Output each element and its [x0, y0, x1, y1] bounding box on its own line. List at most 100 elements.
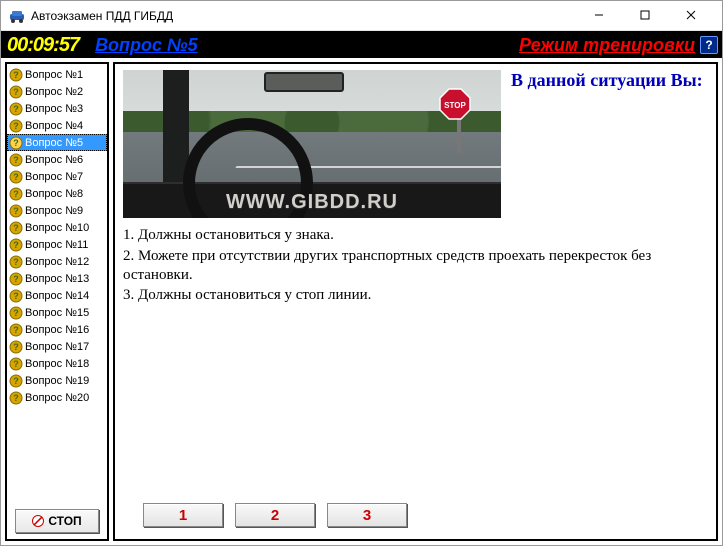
question-list-item[interactable]: ? Вопрос №7	[7, 168, 107, 185]
question-list-item[interactable]: ?Вопрос №17	[7, 338, 107, 355]
watermark: WWW.GIBDD.RU	[123, 191, 501, 214]
question-list-label: Вопрос №8	[25, 188, 83, 200]
question-list-label: Вопрос №20	[25, 392, 89, 404]
question-list-item[interactable]: ?Вопрос №3	[7, 100, 107, 117]
svg-text:?: ?	[13, 121, 19, 131]
titlebar: Автоэкзамен ПДД ГИБДД	[1, 1, 722, 31]
answer-text: 1. Должны остановиться у знака.	[123, 226, 708, 245]
answer-button-3[interactable]: 3	[327, 503, 407, 527]
question-list-label: Вопрос №19	[25, 375, 89, 387]
question-list-item[interactable]: ?Вопрос №15	[7, 304, 107, 321]
close-button[interactable]	[668, 0, 714, 30]
question-list-item[interactable]: ? Вопрос №12	[7, 253, 107, 270]
question-list-item[interactable]: ?Вопрос №18	[7, 355, 107, 372]
question-list-label: Вопрос №6	[25, 154, 83, 166]
svg-text:?: ?	[13, 376, 19, 386]
stop-icon	[32, 515, 44, 527]
question-status-icon: ?	[9, 187, 23, 201]
answer-text: 2. Можете при отсутствии других транспор…	[123, 247, 708, 285]
timer: 00:09:57	[5, 35, 81, 55]
main-panel: STOP WWW.GIBDD.RU В данной ситуации Вы: …	[113, 62, 718, 541]
question-list: ?Вопрос №1?Вопрос №2?Вопрос №3?Вопрос №4…	[7, 66, 107, 503]
answer-button-2[interactable]: 2	[235, 503, 315, 527]
question-list-label: Вопрос №15	[25, 307, 89, 319]
question-status-icon: ?	[9, 357, 23, 371]
svg-text:?: ?	[13, 274, 19, 284]
question-list-label: Вопрос №4	[25, 120, 83, 132]
question-list-label: Вопрос №5	[25, 137, 83, 149]
answer-text: 3. Должны остановиться у стоп линии.	[123, 286, 708, 305]
svg-text:?: ?	[13, 240, 19, 250]
question-status-icon: ?	[9, 289, 23, 303]
question-list-item[interactable]: ? Вопрос №5	[7, 134, 107, 151]
question-status-icon: ?	[9, 255, 23, 269]
question-status-icon: ?	[9, 374, 23, 388]
question-list-label: Вопрос №11	[25, 239, 88, 251]
window-controls	[576, 1, 714, 30]
stop-label: СТОП	[48, 514, 81, 528]
question-list-label: Вопрос №1	[25, 69, 83, 81]
question-list-item[interactable]: ?Вопрос №2	[7, 83, 107, 100]
topbar: 00:09:57 Вопрос №5 Режим тренировки ?	[1, 31, 722, 58]
window-title: Автоэкзамен ПДД ГИБДД	[31, 9, 576, 23]
question-status-icon: ?	[9, 136, 23, 150]
question-list-label: Вопрос №3	[25, 103, 83, 115]
question-status-icon: ?	[9, 204, 23, 218]
sidebar: ?Вопрос №1?Вопрос №2?Вопрос №3?Вопрос №4…	[5, 62, 109, 541]
question-list-item[interactable]: ? Вопрос №13	[7, 270, 107, 287]
help-button[interactable]: ?	[700, 36, 718, 54]
svg-text:?: ?	[13, 87, 19, 97]
scene-image: STOP WWW.GIBDD.RU	[123, 70, 501, 218]
maximize-button[interactable]	[622, 0, 668, 30]
stop-button[interactable]: СТОП	[15, 509, 99, 533]
minimize-button[interactable]	[576, 0, 622, 30]
svg-text:?: ?	[13, 342, 19, 352]
svg-text:STOP: STOP	[444, 101, 466, 110]
question-status-icon: ?	[9, 272, 23, 286]
svg-text:?: ?	[13, 257, 19, 267]
question-status-icon: ?	[9, 102, 23, 116]
question-list-label: Вопрос №13	[25, 273, 89, 285]
question-list-item[interactable]: ? Вопрос №19	[7, 372, 107, 389]
question-list-item[interactable]: ? Вопрос №1	[7, 66, 107, 83]
question-status-icon: ?	[9, 221, 23, 235]
svg-text:?: ?	[13, 172, 19, 182]
svg-text:?: ?	[13, 70, 19, 80]
current-question-link[interactable]: Вопрос №5	[95, 36, 198, 54]
mode-link[interactable]: Режим тренировки	[519, 36, 695, 54]
question-list-item[interactable]: ? Вопрос №14	[7, 287, 107, 304]
question-list-label: Вопрос №12	[25, 256, 89, 268]
question-status-icon: ?	[9, 391, 23, 405]
svg-text:?: ?	[13, 223, 19, 233]
app-icon	[9, 8, 25, 24]
question-list-label: Вопрос №7	[25, 171, 83, 183]
svg-text:?: ?	[13, 155, 19, 165]
question-status-icon: ?	[9, 340, 23, 354]
svg-text:?: ?	[13, 138, 19, 148]
question-list-label: Вопрос №14	[25, 290, 89, 302]
body: ?Вопрос №1?Вопрос №2?Вопрос №3?Вопрос №4…	[1, 58, 722, 545]
question-status-icon: ?	[9, 68, 23, 82]
svg-text:?: ?	[13, 393, 19, 403]
svg-text:?: ?	[13, 325, 19, 335]
answer-button-1[interactable]: 1	[143, 503, 223, 527]
question-list-item[interactable]: ? Вопрос №16	[7, 321, 107, 338]
question-list-item[interactable]: ? Вопрос №11	[7, 236, 107, 253]
svg-text:?: ?	[13, 291, 19, 301]
question-list-item[interactable]: ? Вопрос №6	[7, 151, 107, 168]
question-list-label: Вопрос №10	[25, 222, 89, 234]
question-list-label: Вопрос №18	[25, 358, 89, 370]
question-list-item[interactable]: ? Вопрос №4	[7, 117, 107, 134]
question-prompt: В данной ситуации Вы:	[511, 70, 703, 92]
app-window: Автоэкзамен ПДД ГИБДД 00:09:57 Вопрос №5…	[0, 0, 723, 546]
question-list-item[interactable]: ?Вопрос №9	[7, 202, 107, 219]
question-status-icon: ?	[9, 238, 23, 252]
stop-sign-icon: STOP	[439, 88, 471, 120]
answers-text: 1. Должны остановиться у знака. 2. Можете…	[123, 226, 708, 307]
question-list-item[interactable]: ?Вопрос №8	[7, 185, 107, 202]
question-list-item[interactable]: ? Вопрос №20	[7, 389, 107, 406]
question-list-item[interactable]: ? Вопрос №10	[7, 219, 107, 236]
question-status-icon: ?	[9, 153, 23, 167]
question-list-label: Вопрос №16	[25, 324, 89, 336]
answer-buttons: 123	[123, 497, 708, 533]
